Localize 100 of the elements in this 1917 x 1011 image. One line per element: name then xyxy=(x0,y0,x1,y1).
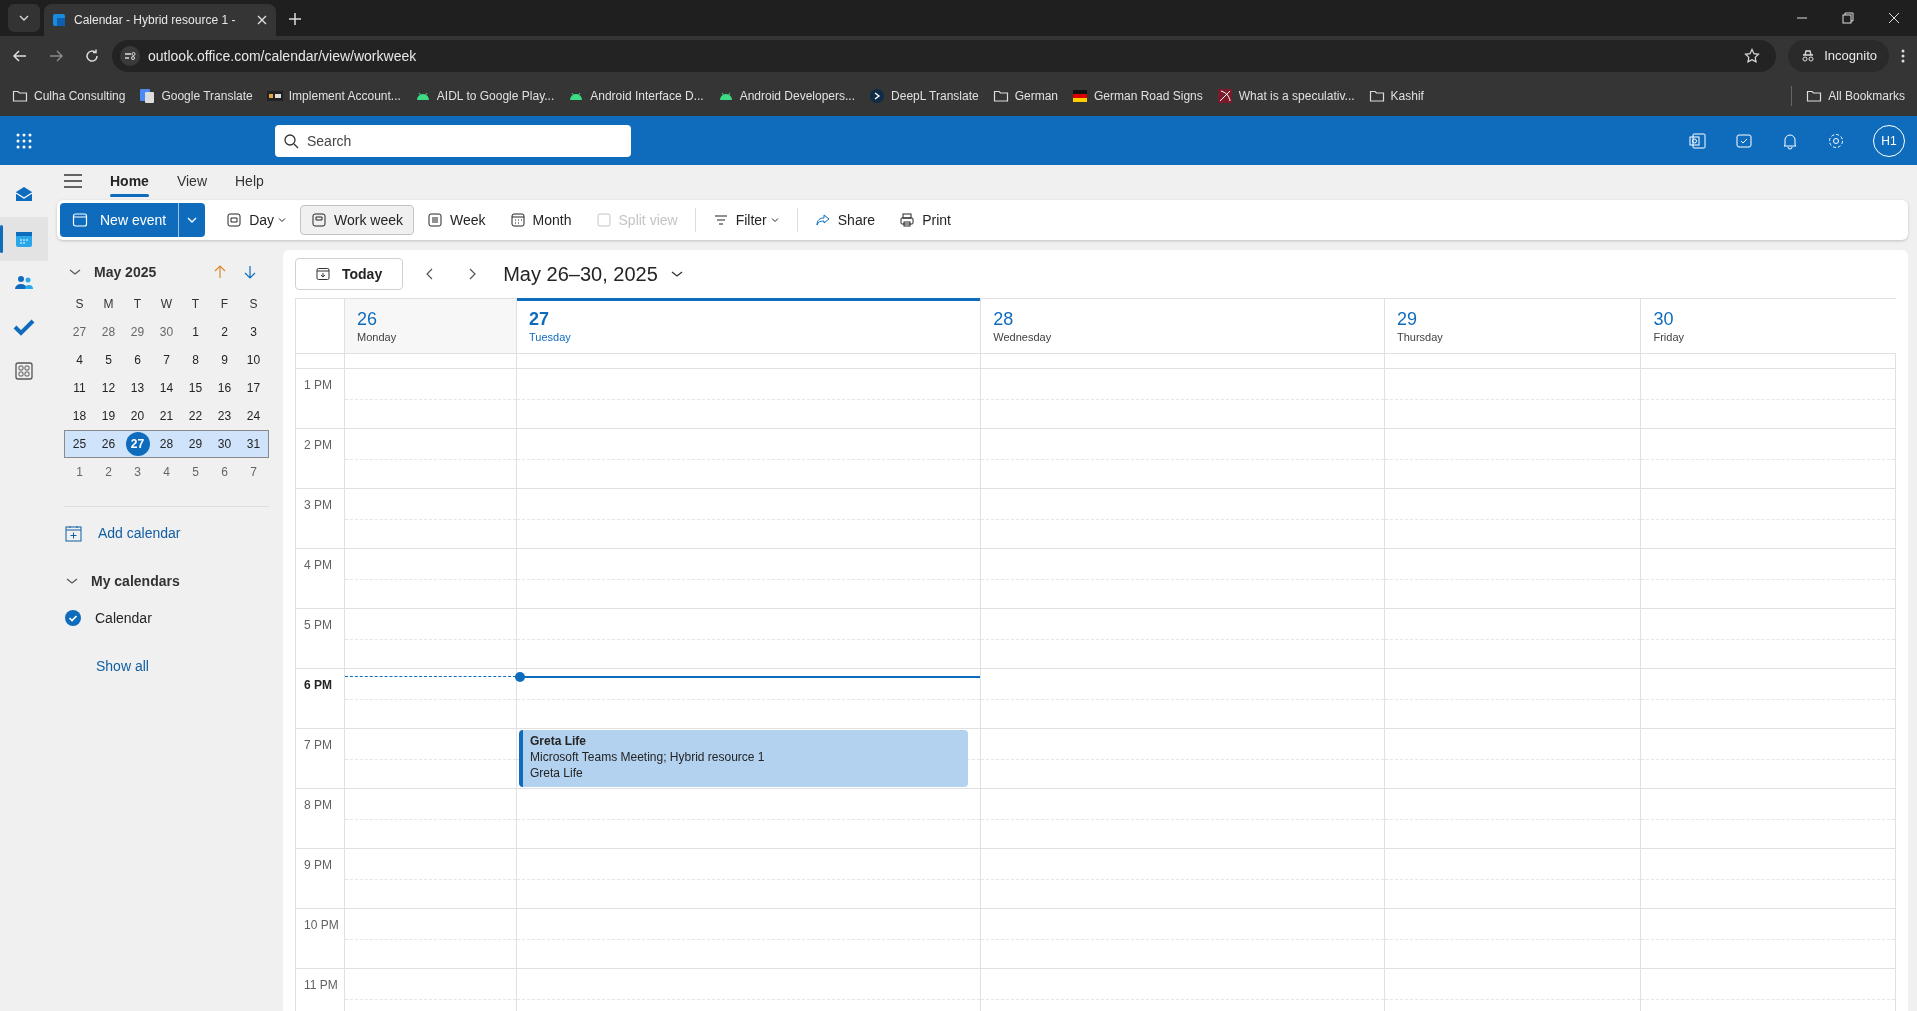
bookmark-link[interactable]: AIDL to Google Play... xyxy=(414,87,555,105)
date-cell[interactable]: 3 xyxy=(125,460,150,484)
browser-tab[interactable]: Calendar - Hybrid resource 1 - xyxy=(44,4,276,36)
date-cell[interactable]: 29 xyxy=(125,320,150,344)
date-cell[interactable]: 17 xyxy=(241,376,266,400)
date-cell[interactable]: 2 xyxy=(96,460,121,484)
tasks-icon[interactable] xyxy=(1735,131,1753,150)
bookmark-link[interactable]: German xyxy=(992,87,1058,105)
incognito-button[interactable]: Incognito xyxy=(1788,40,1889,72)
arrow-down-icon[interactable] xyxy=(243,265,257,279)
toolbar-button[interactable]: Work week xyxy=(300,205,415,235)
date-cell[interactable]: 22 xyxy=(183,404,208,428)
date-cell[interactable]: 1 xyxy=(67,460,92,484)
calendar-list-item[interactable]: Calendar xyxy=(64,604,269,632)
date-range-picker[interactable]: May 26–30, 2025 xyxy=(503,259,684,289)
date-cell[interactable]: 3 xyxy=(241,320,266,344)
toolbar-button[interactable]: Day xyxy=(215,205,299,235)
date-cell[interactable]: 6 xyxy=(212,460,237,484)
outlook-icon[interactable] xyxy=(1689,131,1707,150)
date-cell[interactable]: 7 xyxy=(154,348,179,372)
date-cell[interactable]: 23 xyxy=(212,404,237,428)
date-cell[interactable]: 26 xyxy=(96,432,121,456)
date-cell[interactable]: 30 xyxy=(212,432,237,456)
day-header[interactable]: 26 Monday xyxy=(344,299,516,354)
date-cell[interactable]: 28 xyxy=(154,432,179,456)
date-cell[interactable]: 18 xyxy=(67,404,92,428)
notifications-icon[interactable] xyxy=(1781,131,1799,150)
tab-search-button[interactable] xyxy=(8,4,40,32)
back-icon[interactable] xyxy=(12,48,28,64)
day-header[interactable]: 29 Thursday xyxy=(1383,299,1641,354)
bookmark-link[interactable]: Implement Account... xyxy=(266,87,401,105)
date-cell[interactable]: 27 xyxy=(67,320,92,344)
close-icon[interactable] xyxy=(1888,12,1900,24)
date-cell[interactable]: 25 xyxy=(67,432,92,456)
date-cell[interactable]: 21 xyxy=(154,404,179,428)
chevron-down-icon xyxy=(277,215,288,225)
menu-icon[interactable] xyxy=(64,174,82,188)
date-cell[interactable]: 7 xyxy=(241,460,266,484)
share-icon xyxy=(814,212,831,228)
more-menu-icon[interactable] xyxy=(1901,48,1905,64)
bookmark-link[interactable]: DeepL Translate xyxy=(869,87,979,105)
date-cell[interactable]: 16 xyxy=(212,376,237,400)
toolbar-button[interactable]: Week xyxy=(416,205,497,235)
date-cell[interactable]: 29 xyxy=(183,432,208,456)
date-cell[interactable]: 20 xyxy=(125,404,150,428)
address-bar[interactable]: outlook.office.com/calendar/view/workweek xyxy=(112,40,1777,72)
bookmark-link[interactable]: What is a speculativ... xyxy=(1216,87,1355,105)
search-field[interactable]: Search xyxy=(275,124,631,157)
day-header[interactable]: 30 Friday xyxy=(1640,299,1896,354)
forward-icon[interactable] xyxy=(48,48,64,64)
date-cell[interactable]: 14 xyxy=(154,376,179,400)
bookmark-link[interactable]: Android Developers... xyxy=(717,87,856,105)
show-all-link[interactable]: Show all xyxy=(96,655,149,677)
date-cell[interactable]: 27 xyxy=(125,432,150,456)
date-cell[interactable]: 10 xyxy=(241,348,266,372)
new-tab-icon[interactable] xyxy=(288,12,302,26)
date-cell[interactable]: 4 xyxy=(154,460,179,484)
bookmark-link[interactable]: Android Interface D... xyxy=(568,87,704,105)
calendar-icon xyxy=(316,267,330,281)
bookmark-link[interactable]: Culha Consulting xyxy=(12,87,126,105)
bookmark-link[interactable]: All Bookmarks xyxy=(1806,87,1905,105)
date-cell[interactable]: 6 xyxy=(125,348,150,372)
star-icon[interactable] xyxy=(1744,48,1761,64)
settings-icon[interactable] xyxy=(1827,131,1845,150)
date-cell[interactable]: 13 xyxy=(125,376,150,400)
date-cell[interactable]: 11 xyxy=(67,376,92,400)
today-button[interactable]: Today xyxy=(295,258,404,290)
date-cell[interactable]: 4 xyxy=(67,348,92,372)
bookmark-link[interactable]: Kashif xyxy=(1368,87,1424,105)
date-cell[interactable]: 24 xyxy=(241,404,266,428)
date-cell[interactable]: 19 xyxy=(96,404,121,428)
toolbar-button[interactable]: Filter xyxy=(701,205,791,235)
date-cell[interactable]: 5 xyxy=(183,460,208,484)
add-calendar-link[interactable]: Add calendar xyxy=(64,519,269,547)
date-cell[interactable]: 12 xyxy=(96,376,121,400)
toolbar-button[interactable]: Print xyxy=(888,205,962,235)
date-cell[interactable]: 30 xyxy=(154,320,179,344)
toolbar-button[interactable]: Share xyxy=(803,205,887,235)
ribbon-tab[interactable]: View xyxy=(176,165,207,197)
date-cell[interactable]: 28 xyxy=(96,320,121,344)
ribbon-tab[interactable]: Help xyxy=(235,165,264,197)
date-cell[interactable]: 15 xyxy=(183,376,208,400)
bookmark-link[interactable]: German Road Signs xyxy=(1072,87,1203,105)
date-cell[interactable]: 8 xyxy=(183,348,208,372)
day-header[interactable]: 27 Tuesday xyxy=(516,299,981,354)
rail-calendar-button[interactable] xyxy=(0,217,48,261)
close-icon[interactable] xyxy=(256,14,268,26)
restore-icon[interactable] xyxy=(1842,12,1854,24)
date-cell[interactable]: 31 xyxy=(241,432,266,456)
bookmark-link[interactable]: Google Translate xyxy=(139,87,253,105)
calendar-event[interactable]: Greta Life Microsoft Teams Meeting; Hybrid resource 1 Greta Life xyxy=(519,730,969,787)
date-cell[interactable]: 9 xyxy=(212,348,237,372)
toolbar-button[interactable]: Month xyxy=(498,205,583,235)
reload-icon[interactable] xyxy=(84,48,100,64)
arrow-up-icon[interactable] xyxy=(213,265,227,279)
ribbon-tab[interactable]: Home xyxy=(110,165,149,197)
date-cell[interactable]: 1 xyxy=(183,320,208,344)
date-cell[interactable]: 2 xyxy=(212,320,237,344)
day-header[interactable]: 28 Wednesday xyxy=(980,299,1384,354)
date-cell[interactable]: 5 xyxy=(96,348,121,372)
